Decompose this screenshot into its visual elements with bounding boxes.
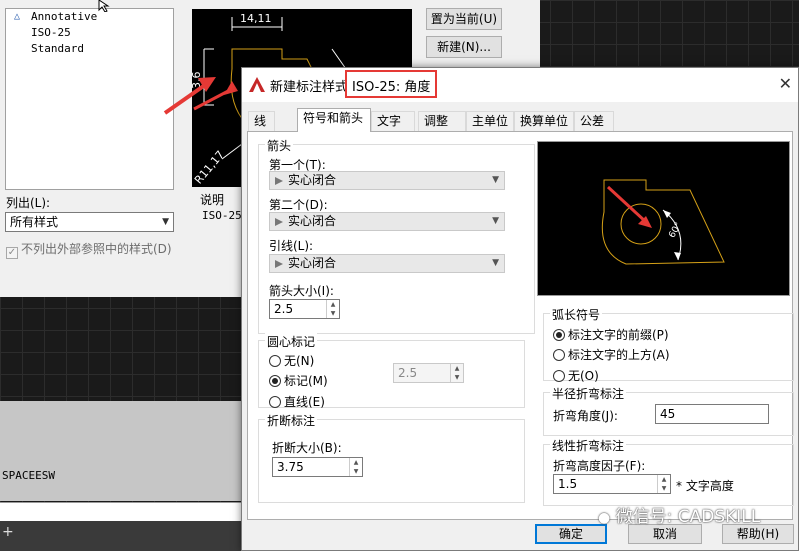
arrow-size-stepper[interactable]: 2.5 ▲ ▼ <box>269 299 340 319</box>
style-list-item-standard[interactable]: Standard <box>6 41 173 57</box>
arrowhead-icon <box>275 260 283 268</box>
second-arrow-label: 第二个(D): <box>269 198 328 212</box>
arc-symbol-none-radio[interactable]: 无(O) <box>553 367 599 384</box>
description-label: 说明 <box>200 193 225 207</box>
spin-arrows-icon[interactable]: ▲ ▼ <box>349 458 362 476</box>
autocad-logo-icon <box>249 77 265 92</box>
jog-angle-label: 折弯角度(J): <box>553 409 618 423</box>
spin-arrows-icon[interactable]: ▲ ▼ <box>657 475 670 493</box>
center-mark-line-radio[interactable]: 直线(E) <box>269 393 325 410</box>
preview-dim-radius: R11,17 <box>192 148 227 186</box>
style-list[interactable]: △ Annotative ISO-25 Standard <box>5 8 174 190</box>
exclude-xref-checkbox[interactable]: ✓ 不列出外部参照中的样式(D) <box>6 240 172 259</box>
text-height-unit-label: * 文字高度 <box>676 479 734 493</box>
tab-tolerances[interactable]: 公差 <box>574 111 614 131</box>
chevron-down-icon: ▼ <box>492 258 499 268</box>
tab-symbols-arrows[interactable]: 符号和箭头 <box>297 108 371 132</box>
list-combo[interactable]: 所有样式 ▼ <box>5 212 174 232</box>
break-size-label: 折断大小(B): <box>272 441 342 455</box>
ok-button[interactable]: 确定 <box>535 524 607 544</box>
preview-graphic: 60° <box>601 179 725 265</box>
arrowhead-icon <box>275 177 283 185</box>
list-label: 列出(L): <box>6 196 51 210</box>
wechat-icon: ● <box>598 510 611 526</box>
spin-arrows-icon[interactable]: ▲ ▼ <box>450 364 463 382</box>
chevron-down-icon: ▼ <box>162 217 169 227</box>
spin-arrows-icon[interactable]: ▲ ▼ <box>326 300 339 318</box>
first-arrow-combo[interactable]: 实心闭合 ▼ <box>269 171 505 190</box>
new-dimension-style-dialog: 新建标注样式: ISO-25: 角度 ✕ 线 符号和箭头 文字 调整 主单位 换… <box>241 67 799 551</box>
tab-fit[interactable]: 调整 <box>418 111 466 131</box>
chevron-down-icon: ▼ <box>492 175 499 185</box>
leader-combo[interactable]: 实心闭合 ▼ <box>269 254 505 273</box>
tab-text[interactable]: 文字 <box>371 111 415 131</box>
command-history: SPACEESW <box>0 401 245 501</box>
leader-label: 引线(L): <box>269 239 314 253</box>
arc-symbol-above-radio[interactable]: 标注文字的上方(A) <box>553 346 670 363</box>
dialog-titlebar: 新建标注样式: ISO-25: 角度 ✕ <box>242 68 798 102</box>
jog-height-factor-stepper[interactable]: 1.5 ▲ ▼ <box>553 474 671 494</box>
dialog-title-highlight: ISO-25: 角度 <box>345 70 438 98</box>
watermark: ● 微信号: CADSKILL <box>598 507 761 527</box>
red-annotation-arrow-overlay <box>163 77 216 115</box>
second-arrow-combo[interactable]: 实心闭合 ▼ <box>269 212 505 231</box>
preview-dim-linear: 14,11 <box>240 12 272 25</box>
add-icon[interactable]: + <box>2 524 14 540</box>
annotative-icon: △ <box>14 11 21 22</box>
description-value: ISO-25 <box>202 209 242 222</box>
dimension-preview: 60° <box>537 141 790 296</box>
style-list-item-iso25[interactable]: ISO-25 <box>6 25 173 41</box>
dialog-title: 新建标注样式: <box>270 80 353 95</box>
tab-alternate-units[interactable]: 换算单位 <box>514 111 574 131</box>
arrowhead-icon <box>275 218 283 226</box>
style-list-item-annotative[interactable]: △ Annotative <box>6 9 173 25</box>
status-bar: + <box>0 521 245 551</box>
checkbox-check-icon: ✓ <box>6 247 18 259</box>
command-line-input[interactable] <box>0 502 245 521</box>
preview-angle-label: 60° <box>667 221 684 240</box>
set-current-button[interactable]: 置为当前(U) <box>426 8 502 30</box>
tab-lines[interactable]: 线 <box>248 111 275 131</box>
arrow-size-label: 箭头大小(I): <box>269 284 334 298</box>
center-mark-none-radio[interactable]: 无(N) <box>269 352 314 369</box>
cancel-button[interactable]: 取消 <box>628 524 702 544</box>
new-style-button[interactable]: 新建(N)... <box>426 36 502 58</box>
close-icon[interactable]: ✕ <box>779 74 792 93</box>
center-mark-mark-radio[interactable]: 标记(M) <box>269 372 328 389</box>
break-size-stepper[interactable]: 3.75 ▲ ▼ <box>272 457 363 477</box>
tab-primary-units[interactable]: 主单位 <box>466 111 514 131</box>
center-mark-size-stepper[interactable]: 2.5 ▲ ▼ <box>393 363 464 383</box>
help-button[interactable]: 帮助(H) <box>722 524 794 544</box>
chevron-down-icon: ▼ <box>492 216 499 226</box>
command-text: SPACEESW <box>2 469 55 482</box>
jog-angle-input[interactable]: 45 <box>655 404 769 424</box>
arrow-pointer-icon <box>98 0 110 12</box>
jog-height-factor-label: 折弯高度因子(F): <box>553 459 646 473</box>
arc-symbol-prefix-radio[interactable]: 标注文字的前缀(P) <box>553 326 669 343</box>
